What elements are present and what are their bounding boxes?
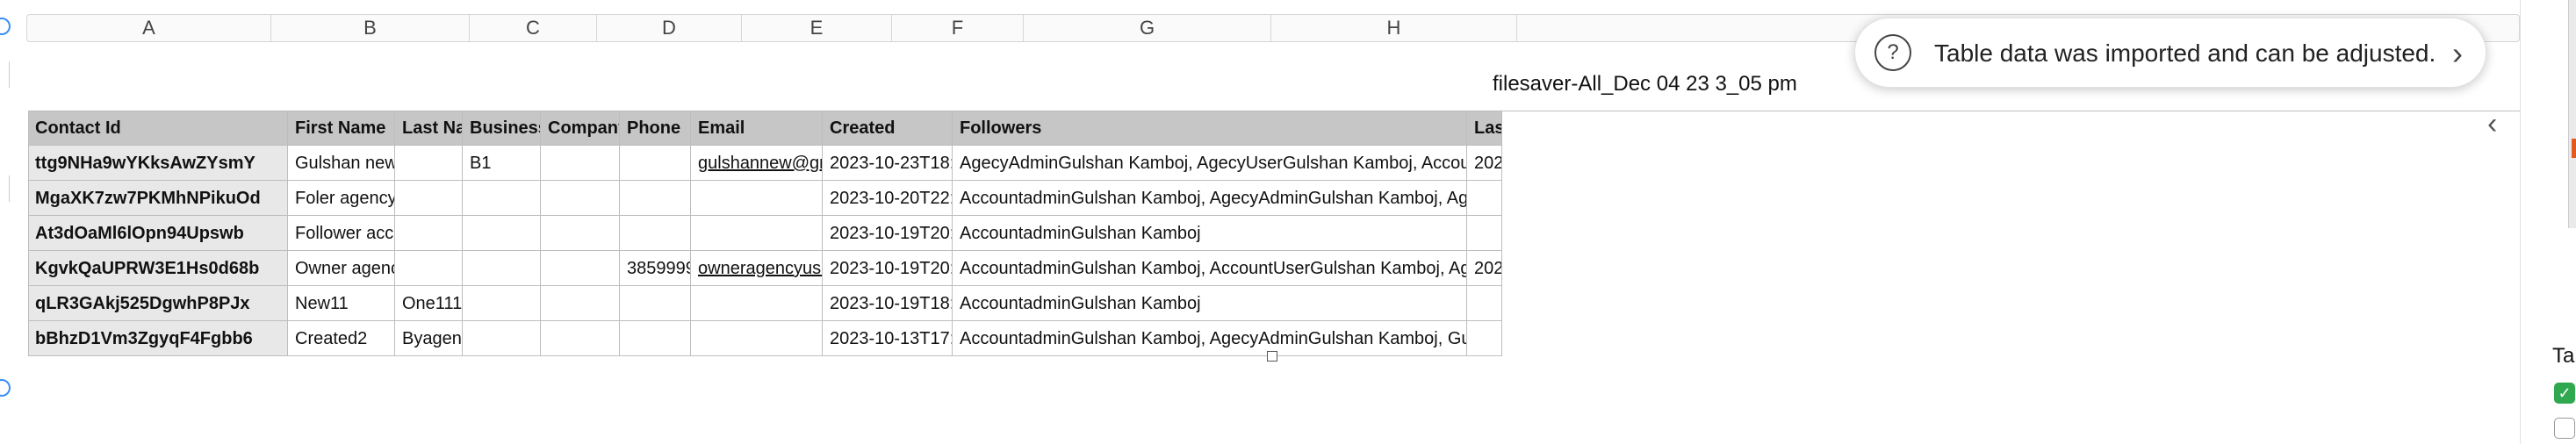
header-row-checkbox[interactable]: ✓ <box>2554 383 2575 404</box>
cell-last-col[interactable] <box>1467 321 1502 356</box>
gutter-tick <box>0 175 10 202</box>
cell-first-name[interactable]: Follower accountadmin <box>288 216 395 251</box>
column-header-f[interactable]: F <box>892 15 1024 41</box>
column-header-h[interactable]: H <box>1271 15 1517 41</box>
column-header-c[interactable]: C <box>470 15 597 41</box>
cell-email[interactable]: gulshannew@gmail.com <box>691 146 823 181</box>
header-cell-business-name[interactable]: Business Name <box>463 111 541 146</box>
cell-last-name[interactable] <box>395 181 463 216</box>
add-row-handle-icon[interactable] <box>0 18 11 35</box>
accent-swatch <box>2572 139 2576 158</box>
header-cell-contact-id[interactable]: Contact Id <box>28 111 288 146</box>
header-cell-last-name[interactable]: Last Name <box>395 111 463 146</box>
cell-first-name[interactable]: Created2 <box>288 321 395 356</box>
cell-last-name[interactable] <box>395 146 463 181</box>
cell-last-col[interactable]: 202 <box>1467 146 1502 181</box>
cell-first-name[interactable]: New11 <box>288 286 395 321</box>
notification-message: Table data was imported and can be adjus… <box>1934 39 2436 67</box>
cell-created[interactable]: 2023-10-13T17:05:01+05:30 <box>823 321 953 356</box>
column-header-b[interactable]: B <box>271 15 470 41</box>
cell-contact-id[interactable]: At3dOaMl6lOpn94Upswb <box>28 216 288 251</box>
cell-company-name[interactable] <box>541 286 620 321</box>
cell-followers[interactable]: AccountadminGulshan Kamboj <box>953 216 1467 251</box>
cell-email[interactable] <box>691 181 823 216</box>
cell-company-name[interactable] <box>541 216 620 251</box>
cell-last-name[interactable]: Byagencyuser <box>395 321 463 356</box>
cell-contact-id[interactable]: ttg9NHa9wYKksAwZYsmY <box>28 146 288 181</box>
header-cell-first-name[interactable]: First Name <box>288 111 395 146</box>
cell-created[interactable]: 2023-10-23T18:37:56+05:30 <box>823 146 953 181</box>
cell-followers[interactable]: AccountadminGulshan Kamboj, AgecyAdminGu… <box>953 321 1467 356</box>
cell-followers[interactable]: AccountadminGulshan Kamboj, AgecyAdminGu… <box>953 181 1467 216</box>
cell-business-name[interactable] <box>463 181 541 216</box>
header-cell-last-col[interactable]: Las <box>1467 111 1502 146</box>
cell-phone[interactable] <box>620 181 691 216</box>
cell-company-name[interactable] <box>541 181 620 216</box>
cell-last-col[interactable] <box>1467 216 1502 251</box>
cell-created[interactable]: 2023-10-20T22:51:27+05:30 <box>823 181 953 216</box>
cell-followers[interactable]: AgecyAdminGulshan Kamboj, AgecyUserGulsh… <box>953 146 1467 181</box>
add-column-handle-icon[interactable] <box>0 379 11 397</box>
table-title[interactable]: filesaver-All_Dec 04 23 3_05 pm <box>1493 72 1797 97</box>
cell-business-name[interactable]: B1 <box>463 146 541 181</box>
cell-last-col[interactable]: 202 <box>1467 251 1502 286</box>
footer-row-checkbox[interactable] <box>2554 418 2575 439</box>
cell-company-name[interactable] <box>541 321 620 356</box>
chevron-left-icon[interactable]: ‹ <box>2487 107 2497 141</box>
cell-email[interactable] <box>691 216 823 251</box>
cell-phone[interactable] <box>620 321 691 356</box>
table-resize-handle[interactable] <box>1267 351 1277 362</box>
cell-first-name[interactable]: Owner agencyuser <box>288 251 395 286</box>
cell-contact-id[interactable]: MgaXK7zw7PKMhNPikuOd <box>28 181 288 216</box>
cell-contact-id[interactable]: qLR3GAkj525DgwhP8PJx <box>28 286 288 321</box>
gutter-tick <box>0 61 10 88</box>
cell-contact-id[interactable]: KgvkQaUPRW3E1Hs0d68b <box>28 251 288 286</box>
cell-email[interactable] <box>691 286 823 321</box>
help-icon[interactable]: ? <box>1874 34 1911 71</box>
sidebar-section-label: Tab <box>2552 344 2576 368</box>
header-cell-company-name[interactable]: Company Name <box>541 111 620 146</box>
import-notification[interactable]: ? Table data was imported and can be adj… <box>1854 18 2486 88</box>
cell-first-name[interactable]: Gulshan new <box>288 146 395 181</box>
column-header-g[interactable]: G <box>1024 15 1271 41</box>
cell-business-name[interactable] <box>463 251 541 286</box>
format-sidebar: ‹ Tab ✓ <box>2487 0 2576 444</box>
cell-phone[interactable] <box>620 216 691 251</box>
header-cell-email[interactable]: Email <box>691 111 823 146</box>
left-gutter <box>0 0 26 444</box>
cell-business-name[interactable] <box>463 286 541 321</box>
cell-email[interactable]: owneragencyuser@gmail.com <box>691 251 823 286</box>
column-header-d[interactable]: D <box>597 15 742 41</box>
cell-company-name[interactable] <box>541 251 620 286</box>
cell-contact-id[interactable]: bBhzD1Vm3ZgyqF4Fgbb6 <box>28 321 288 356</box>
cell-created[interactable]: 2023-10-19T18:51:12+05:30 <box>823 286 953 321</box>
cell-created[interactable]: 2023-10-19T20:35:01+05:30 <box>823 251 953 286</box>
sidebar-scrollbar[interactable] <box>2568 0 2576 228</box>
cell-phone[interactable] <box>620 146 691 181</box>
column-header-e[interactable]: E <box>742 15 892 41</box>
cell-first-name[interactable]: Foler agencyuyser <box>288 181 395 216</box>
cell-last-name[interactable]: One111 <box>395 286 463 321</box>
cell-last-col[interactable] <box>1467 286 1502 321</box>
cell-last-col[interactable] <box>1467 181 1502 216</box>
header-cell-created[interactable]: Created <box>823 111 953 146</box>
cell-followers[interactable]: AccountadminGulshan Kamboj, AccountUserG… <box>953 251 1467 286</box>
cell-phone[interactable] <box>620 286 691 321</box>
chevron-right-icon[interactable]: › <box>2452 18 2463 89</box>
cell-last-name[interactable] <box>395 216 463 251</box>
cell-company-name[interactable] <box>541 146 620 181</box>
header-cell-phone[interactable]: Phone <box>620 111 691 146</box>
cell-email[interactable] <box>691 321 823 356</box>
column-header-a[interactable]: A <box>27 15 271 41</box>
cell-phone[interactable]: 385999999998 <box>620 251 691 286</box>
cell-created[interactable]: 2023-10-19T20:37:26+05:30 <box>823 216 953 251</box>
cell-followers[interactable]: AccountadminGulshan Kamboj <box>953 286 1467 321</box>
header-cell-followers[interactable]: Followers <box>953 111 1467 146</box>
cell-last-name[interactable] <box>395 251 463 286</box>
cell-business-name[interactable] <box>463 321 541 356</box>
cell-business-name[interactable] <box>463 216 541 251</box>
